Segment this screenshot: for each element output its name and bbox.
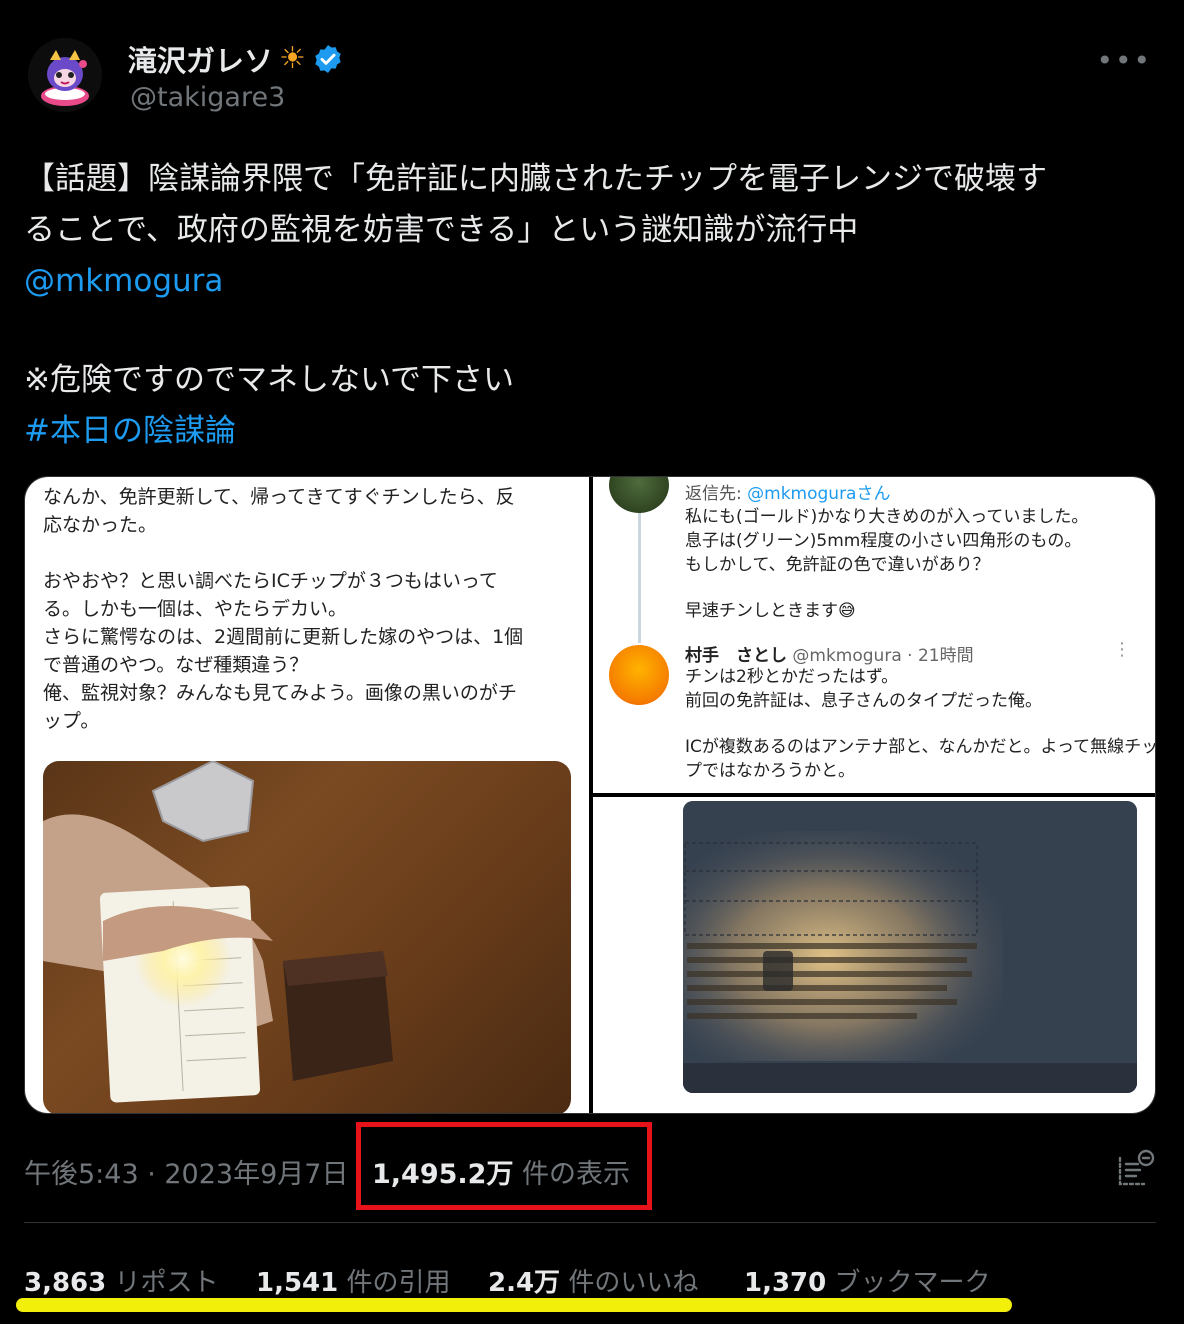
reply-avatar xyxy=(609,645,669,705)
mascot-avatar-icon xyxy=(28,38,102,112)
verified-badge-icon[interactable] xyxy=(312,43,344,75)
embedded-text-line: 俺、監視対象？みんなも見てみよう。画像の黒いのがチ xyxy=(43,682,517,704)
embedded-text-line: 応なかった。 xyxy=(43,514,158,536)
embedded-text-line: なんか、免許更新して、帰ってきてすぐチンしたら、反 xyxy=(43,486,515,508)
reply-text-line: ICが複数あるのはアンテナ部と、なんかだと。よって無線チッ xyxy=(685,737,1156,757)
quotes-label: 件の引用 xyxy=(338,1268,451,1298)
reply-text-line: 息子は(グリーン)5mm程度の小さい四角形のもの。 xyxy=(685,531,1082,551)
bookmarks-stat[interactable]: 1,370 ブックマーク xyxy=(744,1262,991,1299)
tweet-text: 【話題】陰謀論界隈で「免許証に内臓されたチップを電子レンジで破壊す ることで、政… xyxy=(24,154,1164,457)
reply-text-line: 私にも(ゴールド)かなり大きめのが入っていました。 xyxy=(685,507,1089,527)
thread-line xyxy=(638,513,641,643)
tweet-header: 滝沢ガレソ ☀ @takigare3 ••• xyxy=(0,0,1184,130)
view-count-number: 1,495.2万 xyxy=(372,1159,514,1190)
reply-text-line: もしかして、免許証の色で違いがあり？ xyxy=(685,555,990,575)
author-handle[interactable]: @takigare3 xyxy=(130,82,285,113)
backlit-license-photo-icon xyxy=(683,801,1137,1093)
timestamp[interactable]: 午後5:43 · 2023年9月7日 xyxy=(24,1152,348,1191)
bookmarks-count: 1,370 xyxy=(744,1268,827,1298)
reposts-count: 3,863 xyxy=(24,1268,107,1298)
tweet-text-line: 【話題】陰謀論界隈で「免許証に内臓されたチップを電子レンジで破壊す xyxy=(24,161,1047,197)
reply-author: 村手 さとし @mkmogura · 21時間 xyxy=(685,641,974,666)
quotes-count: 1,541 xyxy=(256,1268,339,1298)
embedded-text-line: で普通のやつ。なぜ種類違う？ xyxy=(43,654,309,676)
reply-to-text: 返信先: xyxy=(685,484,748,504)
more-options-icon[interactable]: ••• xyxy=(1096,44,1152,77)
embedded-post-text: なんか、免許更新して、帰ってきてすぐチンしたら、反 応なかった。 おやおや？と思… xyxy=(43,483,563,735)
reply-text: 私にも(ゴールド)かなり大きめのが入っていました。 息子は(グリーン)5mm程度… xyxy=(685,505,1088,623)
analytics-icon[interactable] xyxy=(1116,1148,1156,1188)
embedded-text-line: さらに驚愕なのは、2週間前に更新した嫁のやつは、1個 xyxy=(43,626,524,648)
embedded-text-line: ップ。 xyxy=(43,710,100,732)
reply-to-label: 返信先: @mkmoguraさん xyxy=(685,479,890,504)
reposts-stat[interactable]: 3,863 リポスト xyxy=(24,1262,219,1299)
more-options-icon: ⋮ xyxy=(1113,639,1131,660)
hashtag-link[interactable]: #本日の陰謀論 xyxy=(24,406,1164,457)
highlight-underline xyxy=(16,1298,1012,1312)
bookmarks-label: ブックマーク xyxy=(826,1268,991,1298)
license-card-photo xyxy=(43,761,571,1113)
likes-count: 2.4万 xyxy=(488,1268,561,1298)
license-card-photo-icon xyxy=(43,761,393,1103)
tweet-meta: 午後5:43 · 2023年9月7日 1,495.2万 件の表示 xyxy=(24,1148,1164,1192)
view-count: 1,495.2万 件の表示 xyxy=(372,1152,630,1191)
view-count-label: 件の表示 xyxy=(513,1159,631,1190)
media-image-left[interactable]: なんか、免許更新して、帰ってきてすぐチンしたら、反 応なかった。 おやおや？と思… xyxy=(25,477,589,1113)
divider xyxy=(24,1222,1156,1223)
reply-author-meta: @mkmogura · 21時間 xyxy=(787,646,974,666)
backlit-license-photo xyxy=(683,801,1137,1093)
embedded-text-line: おやおや？と思い調べたらICチップが３つもはいって xyxy=(43,570,498,592)
reply-avatar xyxy=(609,477,669,513)
reply-text: チンは2秒とかだったはず。 前回の免許証は、息子さんのタイプだった俺。 ICが複… xyxy=(685,665,1156,783)
reply-text-line: 前回の免許証は、息子さんのタイプだった俺。 xyxy=(685,691,1042,711)
display-name[interactable]: 滝沢ガレソ xyxy=(128,38,273,80)
mention-link[interactable]: @mkmogura xyxy=(24,256,1164,307)
author-name-row: 滝沢ガレソ ☀ xyxy=(128,38,344,80)
likes-stat[interactable]: 2.4万 件のいいね xyxy=(488,1262,698,1299)
media-image-right-bottom[interactable] xyxy=(593,797,1155,1113)
reply-text-line: プではなかろうかと。 xyxy=(685,761,855,781)
reply-to-handle: @mkmoguraさん xyxy=(747,484,891,504)
media-grid[interactable]: なんか、免許更新して、帰ってきてすぐチンしたら、反 応なかった。 おやおや？と思… xyxy=(24,476,1156,1114)
sun-icon: ☀ xyxy=(279,41,306,76)
embedded-text-line: る。しかも一個は、やたらデカい。 xyxy=(43,598,348,620)
reply-text-line: チンは2秒とかだったはず。 xyxy=(685,667,899,687)
reposts-label: リポスト xyxy=(106,1268,219,1298)
avatar[interactable] xyxy=(28,38,102,112)
likes-label: 件のいいね xyxy=(560,1268,699,1298)
media-image-right-top[interactable]: 返信先: @mkmoguraさん 私にも(ゴールド)かなり大きめのが入っていまし… xyxy=(593,477,1156,793)
warning-text: ※危険ですのでマネしないで下さい xyxy=(24,362,515,398)
reply-text-line: 早速チンしときます😅 xyxy=(685,601,856,621)
tweet-text-line: ることで、政府の監視を妨害できる」という謎知識が流行中 xyxy=(24,212,859,248)
quotes-stat[interactable]: 1,541 件の引用 xyxy=(256,1262,451,1299)
reply-author-name: 村手 さとし xyxy=(685,646,787,666)
